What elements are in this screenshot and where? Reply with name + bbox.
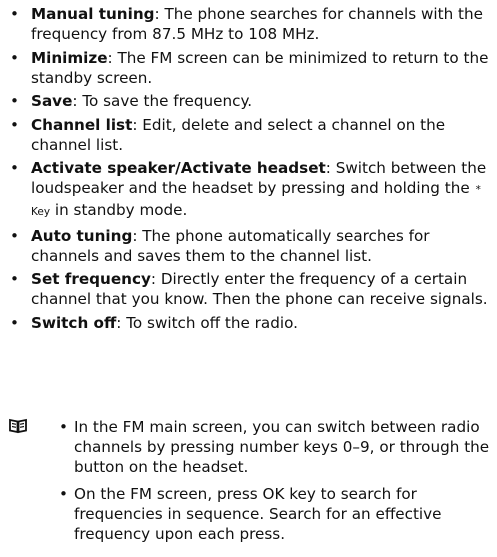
note-text: In the FM main screen, you can switch be… xyxy=(74,418,490,476)
bullet: • xyxy=(10,313,19,332)
item-term: Switch off xyxy=(31,313,117,332)
bullet: • xyxy=(59,418,68,436)
list-item: • Set frequency: Directly enter the frequ… xyxy=(0,269,497,309)
open-book-icon xyxy=(9,418,27,434)
item-term: Minimize xyxy=(31,48,108,67)
list-item: • Minimize: The FM screen can be minimize… xyxy=(0,48,497,88)
note-item: • On the FM screen, press OK key to searc… xyxy=(59,484,491,544)
item-text: : To switch off the radio. xyxy=(116,313,298,332)
bullet: • xyxy=(10,5,19,23)
item-term: Set frequency xyxy=(31,270,151,288)
item-text-after: in standby mode. xyxy=(54,201,188,219)
item-term: Channel list xyxy=(31,115,133,134)
bullet: • xyxy=(10,115,19,134)
list-item: • Switch off: To switch off the radio. xyxy=(0,313,497,333)
list-item: • Manual tuning: The phone searches for c… xyxy=(0,4,497,44)
item-term: Auto tuning xyxy=(31,226,133,245)
note-list: • In the FM main screen, you can switch b… xyxy=(59,417,491,551)
bullet: • xyxy=(10,159,19,177)
bullet: • xyxy=(10,226,19,245)
item-term: Manual tuning xyxy=(31,5,155,23)
item-text: : To save the frequency. xyxy=(72,92,253,110)
document-page: • Manual tuning: The phone searches for c… xyxy=(0,0,497,557)
list-item: • Activate speaker/Activate headset: Swit… xyxy=(0,158,497,222)
bullet: • xyxy=(59,485,68,503)
note-item: • In the FM main screen, you can switch b… xyxy=(59,417,491,477)
list-item: • Channel list: Edit, delete and select a… xyxy=(0,115,497,155)
bullet: • xyxy=(10,270,19,288)
item-term: Activate speaker/Activate headset xyxy=(31,159,326,177)
bullet: • xyxy=(10,92,19,110)
list-item: • Auto tuning: The phone automatically se… xyxy=(0,226,497,266)
bullet: • xyxy=(10,48,19,67)
list-item: • Save: To save the frequency. xyxy=(0,91,497,111)
item-term: Save xyxy=(31,92,73,110)
note-text: On the FM screen, press OK key to search… xyxy=(74,485,442,543)
feature-list: • Manual tuning: The phone searches for c… xyxy=(0,4,497,336)
